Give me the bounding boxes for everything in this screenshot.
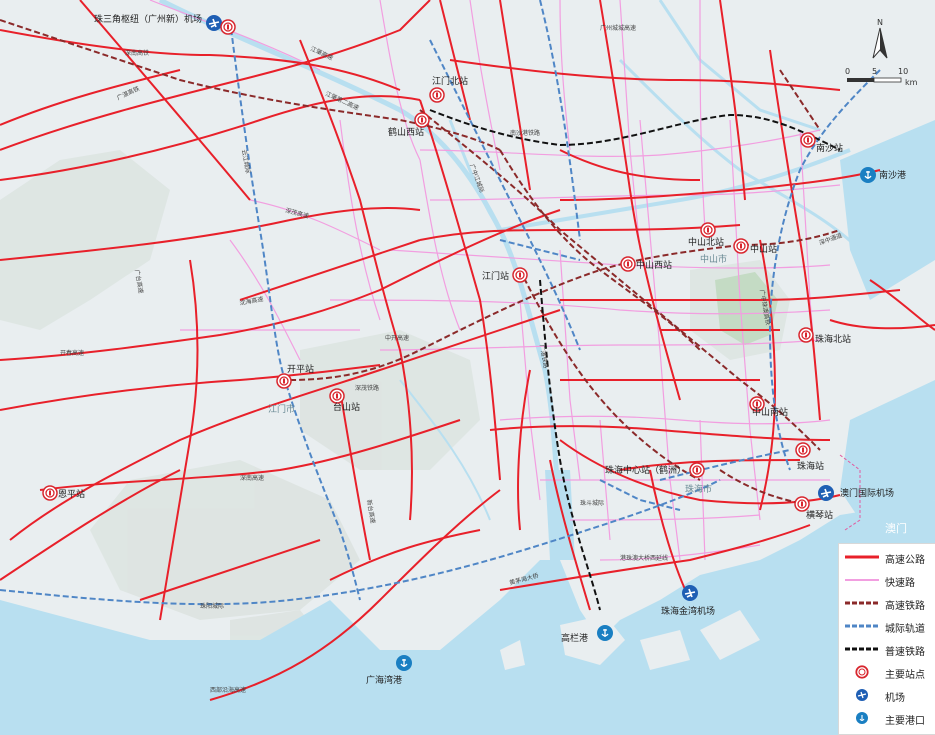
airport-icon	[205, 14, 223, 32]
station-icon	[733, 238, 749, 254]
station-icon	[855, 665, 869, 679]
legend-item-port: 主要港口	[839, 707, 935, 730]
svg-text:珠阳城际: 珠阳城际	[200, 602, 224, 610]
station-label: 鹤山西站	[388, 126, 424, 138]
station-label: 广海湾港	[366, 674, 402, 686]
station-label: 澳门国际机场	[840, 487, 894, 499]
svg-text:广州城城高速: 广州城城高速	[600, 24, 636, 32]
station-icon	[329, 388, 345, 404]
station-icon	[620, 256, 636, 272]
station-label: 珠海金湾机场	[661, 605, 715, 617]
port-icon	[856, 712, 868, 724]
city-label-jiangmen: 江门市	[268, 403, 295, 415]
legend-item-normal-rail: 普速铁路	[845, 647, 925, 658]
station-label: 开平站	[287, 363, 314, 375]
legend-item-expressway: 高速公路	[845, 555, 925, 566]
station-label: 中山南站	[752, 406, 788, 418]
station-label: 台山站	[333, 401, 360, 413]
svg-text:港珠澳大桥西延线: 港珠澳大桥西延线	[620, 554, 668, 562]
svg-text:深南高铁: 深南高铁	[125, 49, 149, 57]
svg-text:5: 5	[872, 67, 877, 76]
station-label: 江门北站	[432, 75, 468, 87]
svg-text:西部沿海高速: 西部沿海高速	[210, 686, 246, 694]
station-icon	[798, 327, 814, 343]
svg-text:南沙港铁路: 南沙港铁路	[510, 129, 540, 137]
legend-item-station: 主要站点	[839, 661, 935, 684]
city-label-macau: 澳门	[885, 521, 907, 535]
station-icon	[429, 87, 445, 103]
station-label: 南沙站	[816, 142, 843, 154]
station-icon	[276, 373, 292, 389]
station-label: 江门站	[482, 270, 509, 282]
station-icon	[689, 462, 705, 478]
airport-icon	[681, 584, 699, 602]
station-icon	[700, 222, 716, 238]
station-icon	[800, 132, 816, 148]
legend-item-intercity-rail: 城际轨道	[845, 624, 925, 635]
station-label: 南沙港	[879, 169, 906, 181]
station-label: 中山站	[750, 243, 777, 255]
legend-item-airport: 机场	[839, 684, 935, 707]
svg-text:深茂铁路: 深茂铁路	[355, 384, 379, 392]
station-label: 高栏港	[561, 632, 588, 644]
station-label: 恩平站	[58, 488, 85, 500]
compass-scale: N 0 5 10 km	[845, 18, 918, 87]
svg-text:中开高速: 中开高速	[385, 334, 409, 342]
station-label: 中山北站	[688, 236, 724, 248]
city-label-zhongshan: 中山市	[700, 253, 727, 265]
station-label: 珠三角枢纽（广州新）机场	[94, 13, 202, 25]
port-icon	[395, 654, 413, 672]
airport-icon	[817, 484, 835, 502]
svg-text:0: 0	[845, 67, 850, 76]
legend-item-fast-road: 快速路	[845, 578, 915, 589]
legend-item-high-speed-rail: 高速铁路	[845, 601, 925, 612]
svg-text:深南高速: 深南高速	[240, 474, 264, 482]
station-label: 珠海北站	[815, 333, 851, 345]
station-icon	[794, 496, 810, 512]
svg-text:km: km	[905, 78, 918, 87]
station-icon	[220, 19, 236, 35]
regional-transport-map: 江门市 中山市 珠海市 澳门 深南高铁 广湛高铁 江肇高速 江肇第二高速 云江城…	[0, 0, 935, 735]
city-label-zhuhai: 珠海市	[685, 483, 712, 495]
station-label: 珠海站	[797, 460, 824, 472]
station-label: 横琴站	[806, 509, 833, 521]
station-icon	[795, 442, 811, 458]
north-label: N	[877, 18, 883, 27]
airport-icon	[856, 689, 868, 701]
station-icon	[414, 112, 430, 128]
station-label: 珠海中心站（鹤洲）	[605, 464, 686, 476]
station-icon	[42, 485, 58, 501]
map-legend: 高速公路 快速路 高速铁路 城际轨道 普速铁路 主要站点 机场 主要港口	[838, 543, 935, 735]
svg-text:珠斗城际: 珠斗城际	[580, 499, 604, 507]
station-label: 中山西站	[636, 259, 672, 271]
port-icon	[859, 166, 877, 184]
svg-text:10: 10	[898, 67, 908, 76]
port-icon	[596, 624, 614, 642]
station-icon	[512, 267, 528, 283]
svg-text:开春高速: 开春高速	[60, 349, 84, 357]
